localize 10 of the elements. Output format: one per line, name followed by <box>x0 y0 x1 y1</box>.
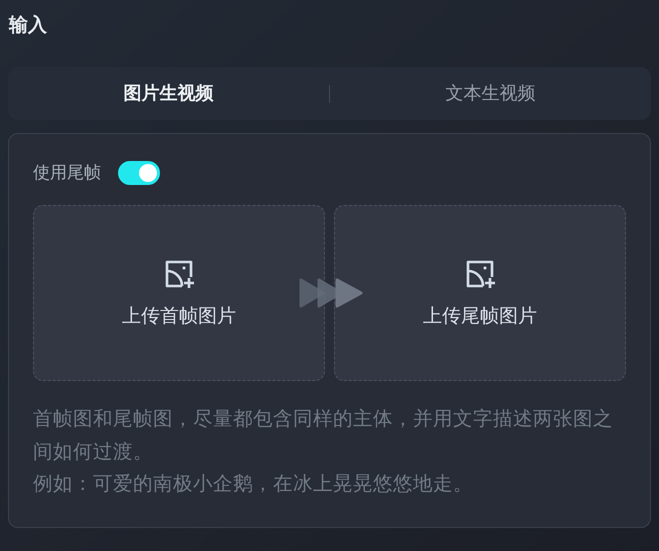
toggle-label: 使用尾帧 <box>33 162 101 184</box>
upload-area[interactable]: 上传尾帧图片 <box>334 205 626 381</box>
toggle-switch[interactable] <box>118 161 160 185</box>
hint-text: 例如：可爱的南极小企鹅，在冰上晃晃悠悠地走。 <box>33 472 474 497</box>
fast-forward-icon <box>299 277 365 309</box>
hint-text: 首帧图和尾帧图，尽量都包含同样的主体，并用文字描述两张图之间如何过渡。 <box>33 407 614 464</box>
section-title: 输入 <box>8 14 48 38</box>
tab[interactable]: 文本生视频 <box>330 67 651 120</box>
upload-area[interactable]: 上传首帧图片 <box>33 205 325 381</box>
tab[interactable]: 图片生视频 <box>8 67 329 120</box>
